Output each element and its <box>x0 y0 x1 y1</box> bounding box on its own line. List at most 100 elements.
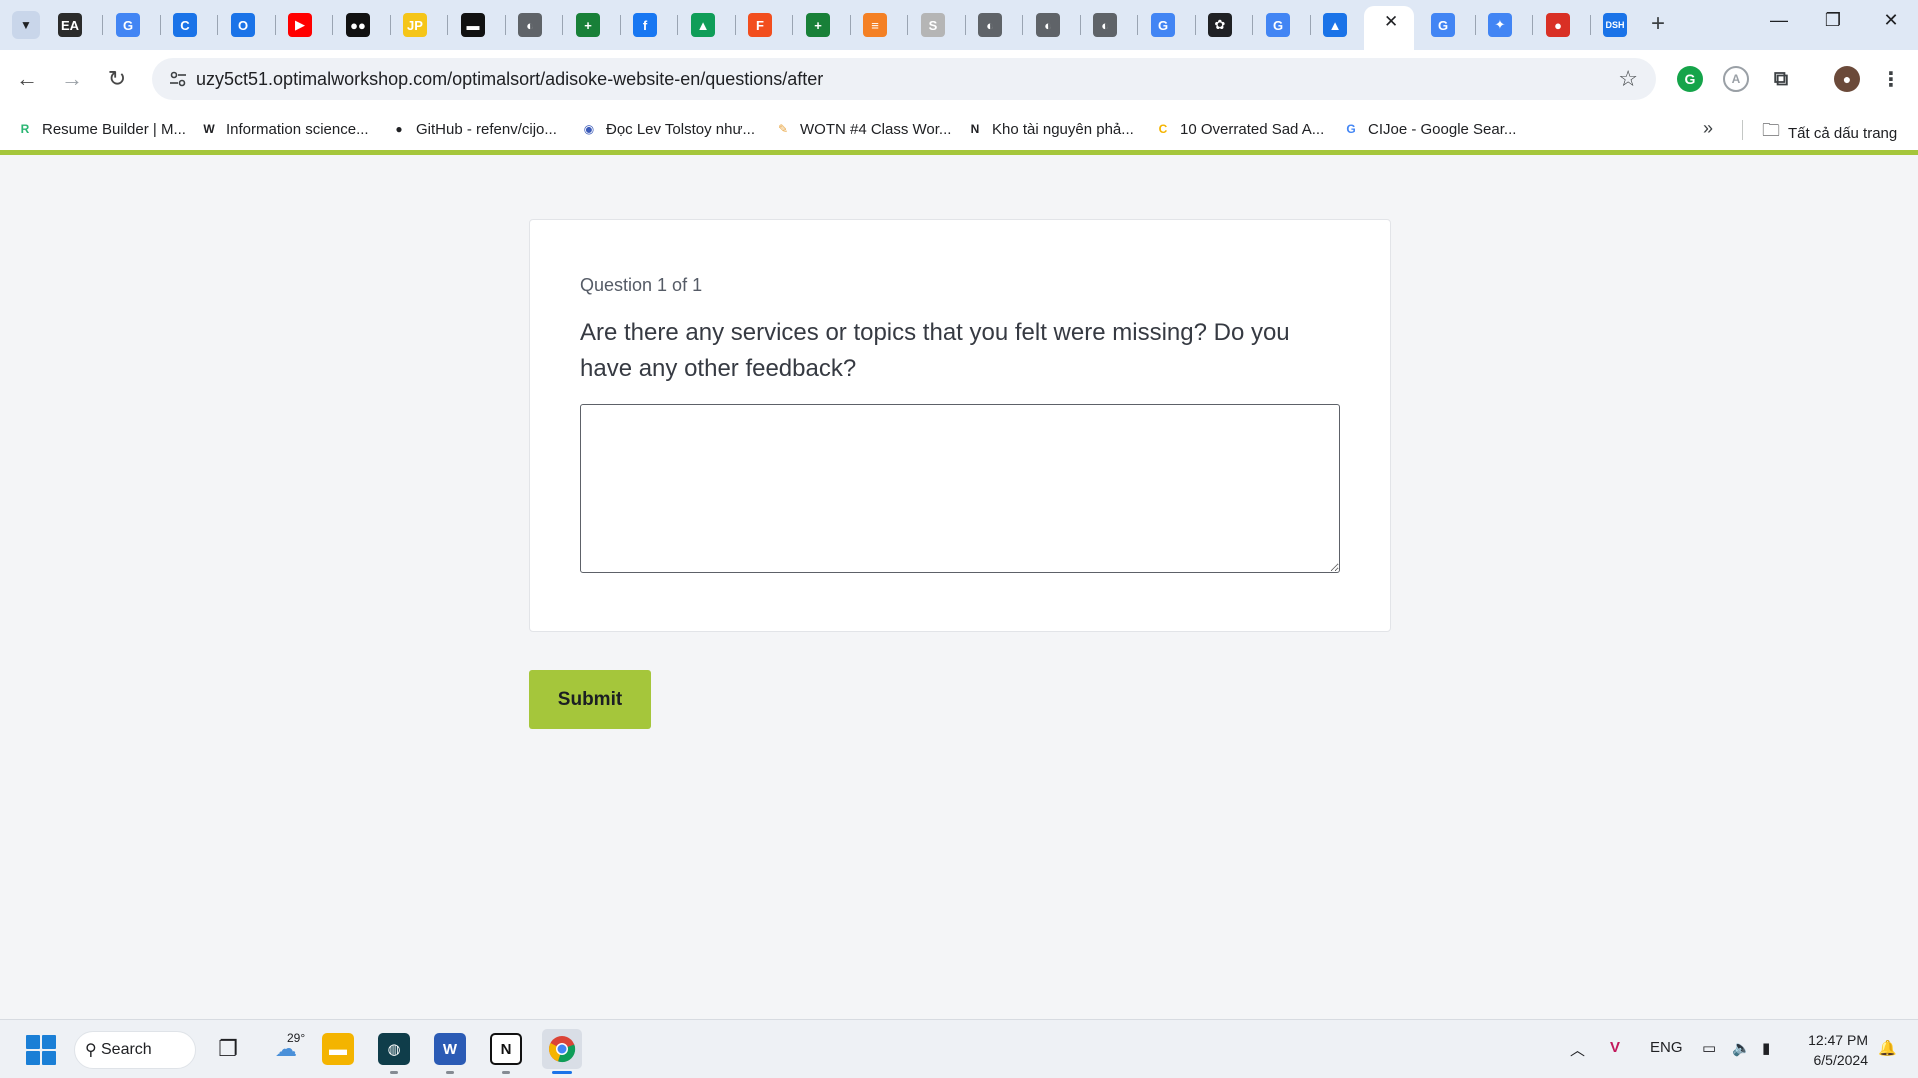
reload-button[interactable]: ↻ <box>102 64 132 94</box>
globe-icon[interactable]: ◐ <box>1036 13 1060 37</box>
chatgpt-icon[interactable]: ✿ <box>1208 13 1232 37</box>
bookmark-label: WOTN #4 Class Wor... <box>800 120 952 138</box>
volume-icon[interactable]: 🔈 <box>1732 1039 1751 1057</box>
bookmarks-divider <box>1742 120 1743 140</box>
bookmark-label: Đọc Lev Tolstoy như... <box>606 120 756 138</box>
feedback-textarea[interactable] <box>580 404 1340 573</box>
tab-separator <box>735 15 736 35</box>
question-counter: Question 1 of 1 <box>580 275 703 295</box>
minimize-button[interactable]: — <box>1764 10 1794 31</box>
globe-icon[interactable]: ◐ <box>1093 13 1117 37</box>
battery-icon[interactable]: ▮ <box>1762 1039 1770 1057</box>
google-icon[interactable]: G <box>116 13 140 37</box>
google-icon[interactable]: G <box>1151 13 1175 37</box>
all-bookmarks-button[interactable]: 🗀 Tất cả dấu trang <box>1762 118 1897 148</box>
tab-separator <box>160 15 161 35</box>
dark-site-icon[interactable]: ▬ <box>461 13 485 37</box>
clock-time[interactable]: 12:47 PM <box>1804 1032 1868 1048</box>
red-app-icon[interactable]: ● <box>1546 13 1570 37</box>
extensions-puzzle-icon[interactable]: ⧉ <box>1768 66 1794 92</box>
tab-search-button[interactable]: ▼ <box>12 11 40 39</box>
bookmark-item[interactable]: ◉ Đọc Lev Tolstoy như... <box>580 118 755 140</box>
question-text: Are there any services or topics that yo… <box>580 319 1290 382</box>
grammarly-c-icon[interactable]: C <box>173 13 197 37</box>
bookmark-label: Resume Builder | M... <box>42 120 186 138</box>
forward-button[interactable]: → <box>57 64 87 94</box>
notion-icon[interactable]: N <box>490 1033 522 1065</box>
back-button[interactable]: ← <box>12 64 42 94</box>
vercel-icon[interactable]: ▲ <box>1323 13 1347 37</box>
tab-separator <box>1080 15 1081 35</box>
vpn-tray-icon[interactable]: V <box>1610 1039 1620 1056</box>
clock-date[interactable]: 6/5/2024 <box>1804 1052 1869 1068</box>
bookmark-item[interactable]: ● GitHub - refenv/cijo... <box>390 118 557 140</box>
network-icon[interactable]: ▭ <box>1702 1039 1716 1057</box>
bookmark-item[interactable]: W Information science... <box>200 118 368 140</box>
opera-icon[interactable]: O <box>231 13 255 37</box>
close-tab-icon[interactable]: ✕ <box>1384 12 1398 32</box>
address-bar[interactable]: uzy5ct51.optimalworkshop.com/optimalsort… <box>152 58 1656 100</box>
tab-separator <box>562 15 563 35</box>
url-text[interactable]: uzy5ct51.optimalworkshop.com/optimalsort… <box>196 69 823 90</box>
google-icon[interactable]: G <box>1431 13 1455 37</box>
submit-button[interactable]: Submit <box>529 670 651 729</box>
weather-temperature: 29° <box>287 1031 306 1045</box>
figma-icon[interactable]: F <box>748 13 772 37</box>
task-view-icon[interactable]: ❐ <box>212 1033 244 1065</box>
taskbar-search[interactable]: ⚲ Search <box>74 1031 196 1069</box>
app-icon[interactable]: ◍ <box>378 1033 410 1065</box>
bookmarks-overflow-icon[interactable]: » <box>1703 118 1713 139</box>
tab-separator <box>792 15 793 35</box>
show-hidden-icons-chevron-icon[interactable]: ︿ <box>1570 1039 1585 1060</box>
drive-icon[interactable]: ▲ <box>691 13 715 37</box>
tab-separator <box>1022 15 1023 35</box>
chrome-icon[interactable] <box>542 1029 582 1069</box>
globe-icon[interactable]: ◐ <box>978 13 1002 37</box>
restore-button[interactable]: ❐ <box>1818 10 1848 31</box>
ea-icon[interactable]: EA <box>58 13 82 37</box>
tab-separator <box>965 15 966 35</box>
bookmark-star-icon[interactable]: ☆ <box>1618 66 1638 92</box>
youtube-icon[interactable]: ▶ <box>288 13 312 37</box>
dsh-icon[interactable]: DSH <box>1603 13 1627 37</box>
sheets-icon[interactable]: + <box>576 13 600 37</box>
tab-separator <box>1195 15 1196 35</box>
close-window-button[interactable]: ✕ <box>1876 10 1906 31</box>
google-icon[interactable]: G <box>1266 13 1290 37</box>
medium-icon[interactable]: ●● <box>346 13 370 37</box>
new-tab-button[interactable]: + <box>1651 10 1665 38</box>
bookmarks-bar: R Resume Builder | M... W Information scien… <box>0 108 1918 150</box>
bookmark-item[interactable]: ✎ WOTN #4 Class Wor... <box>774 118 951 140</box>
tab-separator <box>447 15 448 35</box>
bookmark-item[interactable]: C 10 Overrated Sad A... <box>1154 118 1325 140</box>
bookmark-item[interactable]: R Resume Builder | M... <box>16 118 186 140</box>
file-explorer-icon[interactable]: ▬ <box>322 1033 354 1065</box>
site-settings-icon[interactable] <box>168 69 188 89</box>
bookmark-item[interactable]: G CIJoe - Google Sear... <box>1342 118 1516 140</box>
document-icon[interactable]: S <box>921 13 945 37</box>
tab-strip: ▼ EA G C O ▶ ●● JP ▬ ◐ + f ▲ F + ≡ S ◐ ◐ ◐ G ✿ G ▲ G ✦ ● DSH ✕ + —… <box>0 0 1918 50</box>
sheets-icon[interactable]: + <box>806 13 830 37</box>
wikipedia-icon: W <box>203 122 215 136</box>
chrome-logo-icon <box>549 1036 576 1063</box>
globe-icon[interactable]: ◐ <box>518 13 542 37</box>
active-indicator <box>552 1071 572 1074</box>
menu-kebab-icon[interactable]: ⋮ <box>1878 66 1904 92</box>
language-indicator[interactable]: ENG <box>1650 1039 1683 1056</box>
bookmark-item[interactable]: N Kho tài nguyên phả... <box>966 118 1134 140</box>
notification-bell-icon[interactable]: 🔔 <box>1878 1039 1897 1057</box>
jp-icon[interactable]: JP <box>403 13 427 37</box>
extension-icon[interactable]: A <box>1723 66 1749 92</box>
tab-separator <box>332 15 333 35</box>
grammarly-extension-icon[interactable]: G <box>1677 66 1703 92</box>
all-bookmarks-label: Tất cả dấu trang <box>1788 124 1898 142</box>
c-site-icon: C <box>1158 122 1168 136</box>
stackoverflow-icon[interactable]: ≡ <box>863 13 887 37</box>
tab-separator <box>677 15 678 35</box>
tab-separator <box>1475 15 1476 35</box>
windows-start-icon[interactable] <box>26 1035 56 1065</box>
profile-avatar[interactable]: ● <box>1834 66 1860 92</box>
gemini-icon[interactable]: ✦ <box>1488 13 1512 37</box>
word-icon[interactable]: W <box>434 1033 466 1065</box>
facebook-icon[interactable]: f <box>633 13 657 37</box>
